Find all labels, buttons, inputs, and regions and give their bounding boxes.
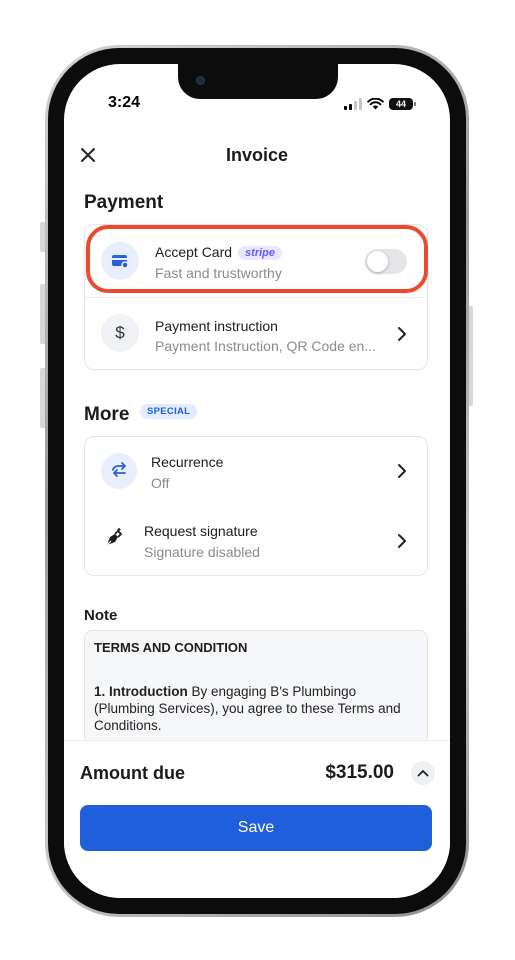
amount-due-value: $315.00 bbox=[325, 762, 394, 783]
save-button[interactable]: Save bbox=[80, 805, 432, 851]
recurrence-title: Recurrence bbox=[151, 454, 224, 470]
chevron-right-icon bbox=[398, 534, 406, 548]
more-section-title: More bbox=[84, 404, 130, 425]
phone-bezel: 3:24 44 Invoice Payment Accept Card stri… bbox=[48, 48, 466, 914]
note-textarea[interactable]: TERMS AND CONDITION 1. Introduction By e… bbox=[84, 630, 428, 750]
phone-frame: 3:24 44 Invoice Payment Accept Card stri… bbox=[45, 45, 469, 917]
request-signature-row[interactable]: Request signature Signature disabled bbox=[85, 507, 427, 577]
payment-instruction-row[interactable]: $ Payment instruction Payment Instructio… bbox=[85, 298, 427, 370]
pen-nib-icon bbox=[99, 523, 129, 553]
phone-screen: 3:24 44 Invoice Payment Accept Card stri… bbox=[64, 64, 450, 898]
amount-due-label: Amount due bbox=[80, 763, 185, 783]
more-card: Recurrence Off Request signature Signatu… bbox=[84, 436, 428, 576]
chevron-up-icon bbox=[417, 770, 429, 777]
chevron-right-icon bbox=[398, 464, 406, 478]
special-badge: SPECIAL bbox=[140, 404, 198, 419]
note-body: 1. Introduction By engaging B's Plumbing… bbox=[94, 683, 418, 734]
front-camera bbox=[196, 76, 205, 85]
payment-instruction-title: Payment instruction bbox=[155, 318, 278, 334]
status-icons: 44 bbox=[344, 98, 416, 110]
status-time: 3:24 bbox=[108, 94, 141, 111]
amount-expand-button[interactable] bbox=[411, 761, 435, 785]
notch bbox=[178, 64, 338, 99]
note-label: Note bbox=[84, 607, 118, 624]
payment-instruction-subtitle: Payment Instruction, QR Code en... bbox=[155, 338, 376, 354]
note-intro-title: 1. Introduction bbox=[94, 684, 188, 699]
recurrence-row[interactable]: Recurrence Off bbox=[85, 437, 427, 507]
wifi-icon bbox=[367, 98, 384, 110]
battery-icon: 44 bbox=[389, 98, 416, 110]
footer: Amount due $315.00 Save bbox=[64, 740, 450, 898]
repeat-icon bbox=[101, 453, 137, 489]
request-signature-title: Request signature bbox=[144, 523, 258, 539]
recurrence-subtitle: Off bbox=[151, 475, 170, 491]
request-signature-subtitle: Signature disabled bbox=[144, 544, 260, 560]
chevron-right-icon bbox=[398, 327, 406, 341]
payment-section-title: Payment bbox=[84, 192, 164, 213]
cellular-signal-icon bbox=[344, 98, 362, 110]
note-heading: TERMS AND CONDITION bbox=[94, 640, 248, 655]
page-title: Invoice bbox=[225, 145, 289, 165]
highlight-annotation bbox=[86, 225, 428, 293]
dollar-icon: $ bbox=[101, 314, 139, 352]
